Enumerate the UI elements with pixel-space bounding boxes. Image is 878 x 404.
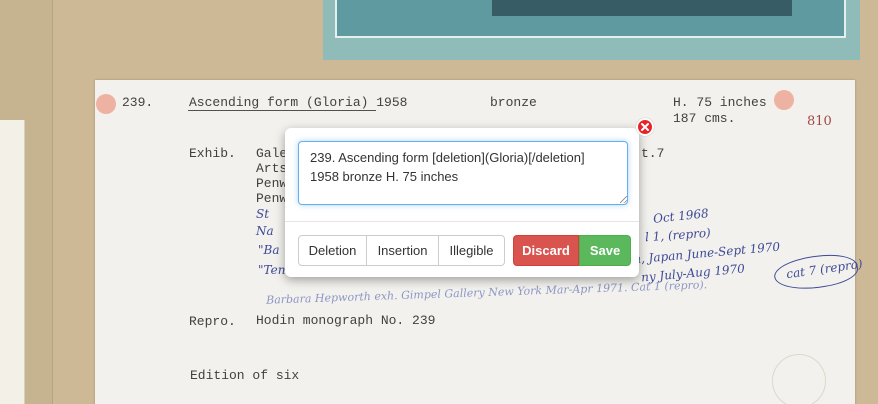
exhib-label: Exhib. xyxy=(189,146,236,161)
exhib-fragment: t.7 xyxy=(641,146,665,161)
pin-mark-left xyxy=(96,94,116,114)
action-button-group: Discard Save xyxy=(513,235,631,266)
resize-grip-icon[interactable] xyxy=(620,196,627,203)
close-popup-button[interactable] xyxy=(636,118,654,136)
popup-divider xyxy=(285,221,639,222)
transcription-editor-popup: 239. Ascending form [deletion](Gloria)[/… xyxy=(285,128,639,277)
edition-note: Edition of six xyxy=(190,368,300,383)
repro-value: Hodin monograph No. 239 xyxy=(256,313,436,328)
repro-label: Repro. xyxy=(189,314,236,329)
exhib-line: Gale xyxy=(256,146,288,161)
card-number: 239. xyxy=(122,95,154,110)
transcription-textarea[interactable]: 239. Ascending form [deletion](Gloria)[/… xyxy=(298,141,628,205)
title-underline xyxy=(188,110,376,111)
exhib-line: Penw xyxy=(256,191,288,206)
exhib-line: Penw xyxy=(256,176,288,191)
discard-button[interactable]: Discard xyxy=(513,235,579,266)
exhib-line: Arts xyxy=(256,161,288,176)
catalogue-number: 810 xyxy=(807,114,832,129)
card-title: Ascending form (Gloria) 1958 xyxy=(189,95,408,110)
handwritten-note: St xyxy=(256,207,270,221)
pin-mark-right xyxy=(774,90,794,110)
save-button[interactable]: Save xyxy=(579,235,631,266)
adjacent-card-edge xyxy=(0,120,25,404)
photograph-detail xyxy=(492,0,792,16)
handwritten-note: Na xyxy=(256,224,274,238)
close-icon xyxy=(641,123,649,131)
deletion-button[interactable]: Deletion xyxy=(298,235,367,266)
handwritten-note: "Ba xyxy=(258,243,280,257)
card-material: bronze xyxy=(490,95,537,110)
card-height-cms: 187 cms. xyxy=(673,111,736,126)
insertion-button[interactable]: Insertion xyxy=(367,235,439,266)
faint-stamp xyxy=(772,354,826,404)
markup-button-group: Deletion Insertion Illegible xyxy=(298,235,505,266)
illegible-button[interactable]: Illegible xyxy=(439,235,505,266)
card-height-inches: H. 75 inches xyxy=(673,95,767,110)
handwritten-note: "Ten xyxy=(258,263,286,277)
